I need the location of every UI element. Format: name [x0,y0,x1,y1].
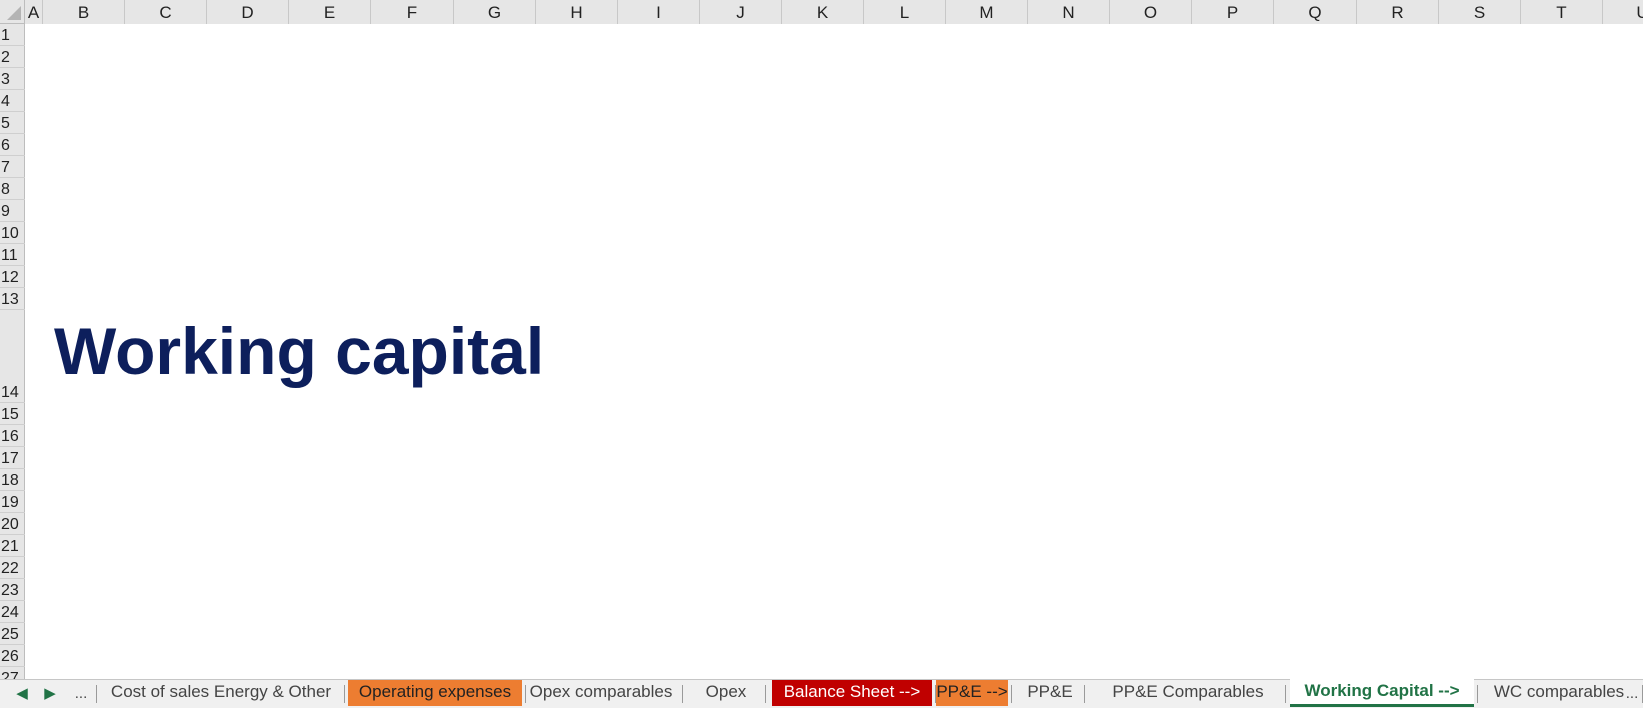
column-header-g[interactable]: G [454,0,536,24]
scroll-tabs-right-icon[interactable]: ▶ [42,680,58,708]
row-header-9[interactable]: 9 [0,200,25,222]
more-tabs-button[interactable]: ... [68,680,94,708]
row-header-20[interactable]: 20 [0,513,25,535]
scroll-tabs-left-icon[interactable]: ◀ [14,680,30,708]
row-header-8[interactable]: 8 [0,178,25,200]
tab-separator [682,685,683,703]
tab-separator [1084,685,1085,703]
sheet-tab-operating-expenses[interactable]: Operating expenses [348,680,522,706]
tab-separator [344,685,345,703]
sheet-tab-wc-comparables[interactable]: WC comparables [1479,680,1639,706]
tab-separator [1477,685,1478,703]
column-header-i[interactable]: I [618,0,700,24]
column-header-t[interactable]: T [1521,0,1603,24]
column-header-r[interactable]: R [1357,0,1439,24]
row-header-24[interactable]: 24 [0,601,25,623]
column-header-j[interactable]: J [700,0,782,24]
row-header-12[interactable]: 12 [0,266,25,288]
column-header-b[interactable]: B [43,0,125,24]
column-header-c[interactable]: C [125,0,207,24]
column-header-bar: ABCDEFGHIJKLMNOPQRSTU [0,0,1643,24]
column-header-p[interactable]: P [1192,0,1274,24]
column-header-l[interactable]: L [864,0,946,24]
column-header-n[interactable]: N [1028,0,1110,24]
sheet-tab-opex[interactable]: Opex [690,680,762,706]
row-header-14[interactable]: 14 [0,310,25,403]
sheet-title: Working capital [54,314,545,388]
row-header-16[interactable]: 16 [0,425,25,447]
sheet-tab-bar: ◀ ▶ ... ... Cost of sales Energy & Other… [0,679,1643,708]
column-header-u[interactable]: U [1603,0,1643,24]
row-header-23[interactable]: 23 [0,579,25,601]
row-header-5[interactable]: 5 [0,112,25,134]
column-header-s[interactable]: S [1439,0,1521,24]
sheet-tab-pp-e[interactable]: PP&E --> [936,680,1008,706]
row-header-17[interactable]: 17 [0,447,25,469]
column-header-e[interactable]: E [289,0,371,24]
row-header-22[interactable]: 22 [0,557,25,579]
tab-separator [1011,685,1012,703]
spreadsheet: ABCDEFGHIJKLMNOPQRSTU 1 2 3 4 5 6 7 8 9 10 11 12 13 1… [0,0,1643,708]
row-header-11[interactable]: 11 [0,244,25,266]
tab-separator [1285,685,1286,703]
sheet-tab-opex-comparables[interactable]: Opex comparables [523,680,679,706]
row-header-2[interactable]: 2 [0,46,25,68]
select-all-triangle-icon [7,6,21,20]
row-header-15[interactable]: 15 [0,403,25,425]
sheet-tab-pp-e[interactable]: PP&E [1019,680,1081,706]
column-header-d[interactable]: D [207,0,289,24]
row-header-25[interactable]: 25 [0,623,25,645]
column-header-a[interactable]: A [25,0,43,24]
sheet-tab-pp-e-comparables[interactable]: PP&E Comparables [1094,680,1282,706]
row-header-13[interactable]: 13 [0,288,25,310]
tab-separator [765,685,766,703]
row-header-10[interactable]: 10 [0,222,25,244]
column-header-f[interactable]: F [371,0,454,24]
sheet-tab-cost-of-sales-energy-other[interactable]: Cost of sales Energy & Other [101,680,341,706]
sheet-tab-balance-sheet[interactable]: Balance Sheet --> [772,680,932,706]
row-header-18[interactable]: 18 [0,469,25,491]
row-header-4[interactable]: 4 [0,90,25,112]
row-header-19[interactable]: 19 [0,491,25,513]
row-header-3[interactable]: 3 [0,68,25,90]
column-header-q[interactable]: Q [1274,0,1357,24]
row-header-21[interactable]: 21 [0,535,25,557]
row-header-6[interactable]: 6 [0,134,25,156]
row-header-1[interactable]: 1 [0,24,25,46]
select-all-corner[interactable] [0,0,25,24]
row-header-26[interactable]: 26 [0,645,25,667]
column-header-k[interactable]: K [782,0,864,24]
column-header-h[interactable]: H [536,0,618,24]
column-header-o[interactable]: O [1110,0,1192,24]
sheet-tab-working-capital[interactable]: Working Capital --> [1290,679,1474,707]
column-header-m[interactable]: M [946,0,1028,24]
tab-separator [96,685,97,703]
row-header-7[interactable]: 7 [0,156,25,178]
row-header-bar: 1 2 3 4 5 6 7 8 9 10 11 12 13 14 15 16 17 18 19 20 21 22 23 24 2… [0,24,25,689]
